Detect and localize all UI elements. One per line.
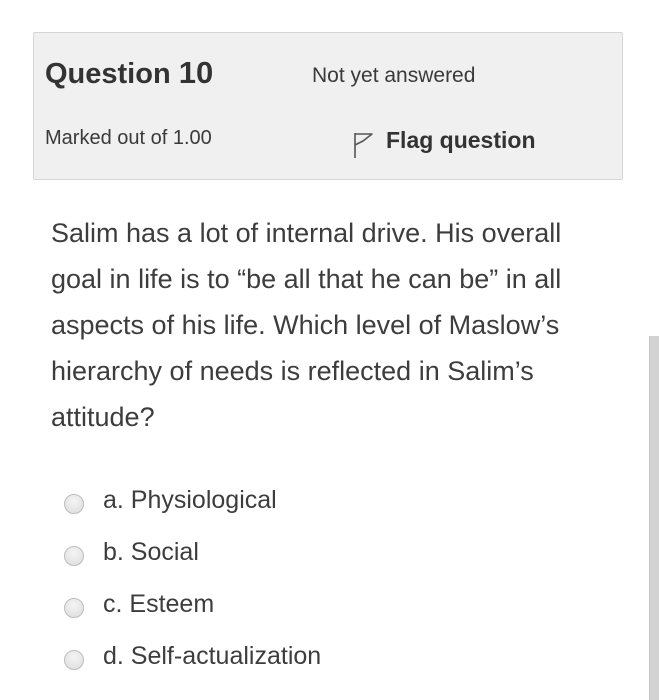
answer-label-d: d. Self-actualization (103, 641, 322, 670)
answer-label-b: b. Social (103, 537, 199, 566)
flag-question-label: Flag question (386, 126, 536, 153)
answer-label-c: c. Esteem (103, 589, 215, 618)
flag-outline-icon (354, 133, 373, 158)
question-grade: Marked out of 1.00 (45, 127, 212, 149)
answer-option-b[interactable]: b. Social (64, 526, 584, 578)
answer-label-a: a. Physiological (103, 485, 277, 514)
answer-options: a. Physiological b. Social c. Esteem d. … (64, 474, 584, 682)
answer-option-a[interactable]: a. Physiological (64, 474, 584, 526)
answer-option-c[interactable]: c. Esteem (64, 578, 584, 630)
radio-button-a[interactable] (64, 494, 84, 514)
answer-option-d[interactable]: d. Self-actualization (64, 630, 584, 682)
question-info-panel: Question 10 Not yet answered Marked out … (33, 32, 623, 180)
question-number: 10 (178, 55, 214, 90)
radio-button-b[interactable] (64, 546, 84, 566)
vertical-scrollbar[interactable] (649, 336, 659, 700)
question-text: Salim has a lot of internal drive. His o… (51, 218, 562, 432)
question-label: Question (45, 58, 171, 90)
radio-button-d[interactable] (64, 650, 84, 670)
radio-button-c[interactable] (64, 598, 84, 618)
quiz-page: Question 10 Not yet answered Marked out … (0, 0, 659, 700)
question-number-heading: Question 10 (45, 55, 213, 91)
flag-question-button[interactable]: Flag question (352, 123, 536, 158)
question-state: Not yet answered (312, 64, 476, 87)
